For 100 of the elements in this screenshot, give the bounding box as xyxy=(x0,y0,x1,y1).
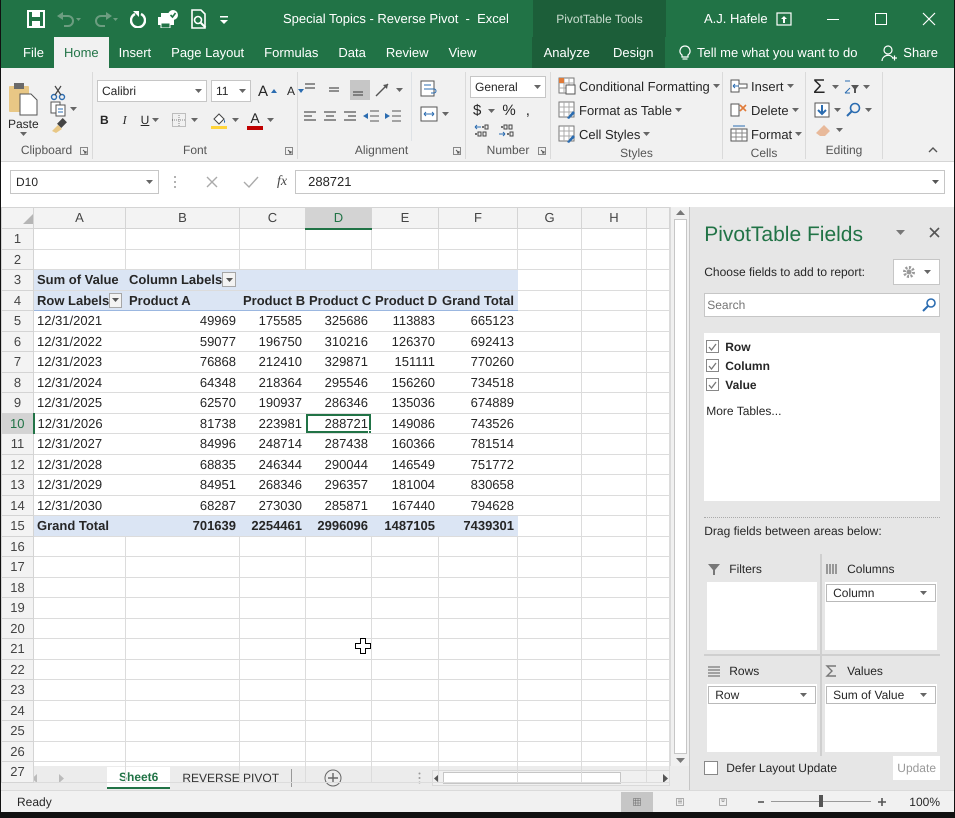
caret-icon[interactable] xyxy=(152,118,160,122)
copy-icon[interactable] xyxy=(50,100,66,116)
merge-cells-icon[interactable] xyxy=(420,106,438,122)
zoom-level[interactable]: 100% xyxy=(909,792,940,810)
maximize-icon[interactable] xyxy=(874,12,888,26)
font-name-dropdown[interactable]: Calibri xyxy=(97,80,207,102)
sheet-tab[interactable]: REVERSE PIVOT xyxy=(170,767,292,789)
underline-button[interactable]: U xyxy=(138,113,152,127)
scroll-up-icon[interactable] xyxy=(676,209,684,215)
cell[interactable]: 12/31/2023 xyxy=(34,352,126,372)
cell[interactable]: 156260 xyxy=(372,372,438,392)
fill-down-icon[interactable] xyxy=(814,102,830,118)
cell[interactable]: 674889 xyxy=(438,392,518,413)
ribbon-tab[interactable]: Data xyxy=(328,37,376,68)
caret-icon[interactable] xyxy=(800,693,808,697)
scissors-icon[interactable] xyxy=(50,84,66,100)
cell[interactable]: 12/31/2024 xyxy=(34,372,126,392)
cell[interactable]: Grand Total xyxy=(34,516,126,536)
save-icon[interactable] xyxy=(27,10,45,28)
caret-icon[interactable] xyxy=(712,84,720,88)
cell[interactable]: 84996 xyxy=(126,434,240,454)
cell[interactable]: 181004 xyxy=(372,474,438,495)
number-format-dropdown[interactable]: General xyxy=(470,76,546,98)
column-letter-heading[interactable]: E xyxy=(372,208,438,228)
delete-button[interactable]: Delete xyxy=(727,100,806,120)
scroll-right-icon[interactable] xyxy=(661,774,670,782)
caret-icon[interactable] xyxy=(836,128,843,132)
cell[interactable]: 329871 xyxy=(306,352,372,372)
ribbon-options-icon[interactable] xyxy=(776,12,792,26)
row-header[interactable]: 16 xyxy=(2,536,34,556)
filter-button[interactable] xyxy=(109,292,122,308)
collapse-ribbon-icon[interactable] xyxy=(928,147,938,153)
row-header[interactable]: 12 xyxy=(2,454,34,474)
decrease-decimal-icon[interactable] xyxy=(498,123,514,137)
currency-button[interactable]: $ xyxy=(470,102,484,119)
cell[interactable]: 81738 xyxy=(126,413,240,434)
cell[interactable]: 287438 xyxy=(306,434,372,454)
caret-icon[interactable] xyxy=(832,85,840,89)
cell[interactable]: 190937 xyxy=(240,392,306,413)
row-header[interactable]: 18 xyxy=(2,577,34,598)
caret-icon[interactable] xyxy=(146,180,153,184)
cell[interactable]: Grand Total xyxy=(438,290,518,310)
checkbox[interactable] xyxy=(706,378,720,392)
scrollbar-thumb[interactable] xyxy=(443,772,622,784)
row-header[interactable]: 6 xyxy=(2,331,34,352)
cell[interactable]: 12/31/2022 xyxy=(34,331,126,352)
cell[interactable]: 64348 xyxy=(126,372,240,392)
caret-icon[interactable] xyxy=(863,85,870,89)
increase-font-size-button[interactable]: A xyxy=(255,82,280,100)
percent-button[interactable]: % xyxy=(499,102,519,119)
caret-icon[interactable] xyxy=(834,108,841,112)
conditional-formatting-button[interactable]: Conditional Formatting xyxy=(555,76,723,96)
cell[interactable]: 1487105 xyxy=(372,516,438,536)
cell[interactable]: Product A xyxy=(126,290,240,310)
dialog-launcher-icon[interactable] xyxy=(453,147,461,155)
ribbon-tab[interactable]: Design xyxy=(602,37,664,68)
column-letter-heading[interactable]: C xyxy=(240,208,306,228)
search-field[interactable]: Search xyxy=(705,296,922,314)
row-header[interactable]: 11 xyxy=(2,434,34,454)
row-header[interactable]: 26 xyxy=(2,741,34,762)
search-box[interactable]: Search xyxy=(704,292,940,318)
cell[interactable]: 196750 xyxy=(240,331,306,352)
cell[interactable]: 286346 xyxy=(306,392,372,413)
ribbon-tab[interactable]: Home xyxy=(54,37,109,68)
cell[interactable]: 2254461 xyxy=(240,516,306,536)
cell[interactable]: 12/31/2021 xyxy=(34,310,126,331)
column-letter-heading[interactable]: F xyxy=(438,208,518,228)
wrap-text-icon[interactable] xyxy=(420,80,438,98)
caret-icon[interactable] xyxy=(932,180,939,184)
caret-icon[interactable] xyxy=(865,108,872,112)
insert-function-button[interactable]: fx xyxy=(269,171,296,192)
row-header[interactable]: 25 xyxy=(2,720,34,741)
cell[interactable]: 68835 xyxy=(126,454,240,474)
cell[interactable]: Sum of Value xyxy=(34,270,126,290)
italic-button[interactable]: I xyxy=(120,113,130,127)
cell[interactable]: 12/31/2028 xyxy=(34,454,126,474)
row-header[interactable]: 1 xyxy=(2,228,34,249)
refresh-icon[interactable] xyxy=(130,10,146,28)
caret-icon[interactable] xyxy=(643,132,650,136)
area-field-dropdown[interactable]: Sum of Value xyxy=(826,686,936,704)
ribbon-tab[interactable]: Insert xyxy=(108,37,162,68)
cell[interactable]: 167440 xyxy=(372,495,438,516)
formula-field[interactable]: 288721 xyxy=(295,170,945,194)
cell[interactable]: 12/31/2025 xyxy=(34,392,126,413)
tell-me-search[interactable]: Tell me what you want to do xyxy=(697,42,858,62)
print-preview-icon[interactable] xyxy=(190,8,208,28)
row-header[interactable]: 22 xyxy=(2,659,34,680)
cell[interactable]: 290044 xyxy=(306,454,372,474)
row-header[interactable]: 21 xyxy=(2,638,34,659)
row-header[interactable]: 7 xyxy=(2,352,34,372)
cell[interactable]: 310216 xyxy=(306,331,372,352)
cell[interactable]: 49969 xyxy=(126,310,240,331)
cell[interactable]: Product C xyxy=(306,290,372,310)
cell[interactable]: 146549 xyxy=(372,454,438,474)
bold-button[interactable]: B xyxy=(97,113,112,127)
zoom-in-icon[interactable] xyxy=(877,796,888,806)
cell[interactable]: 223981 xyxy=(240,413,306,434)
row-header[interactable]: 15 xyxy=(2,516,34,536)
close-icon[interactable] xyxy=(929,227,940,238)
column-letter-heading[interactable]: G xyxy=(518,208,582,228)
